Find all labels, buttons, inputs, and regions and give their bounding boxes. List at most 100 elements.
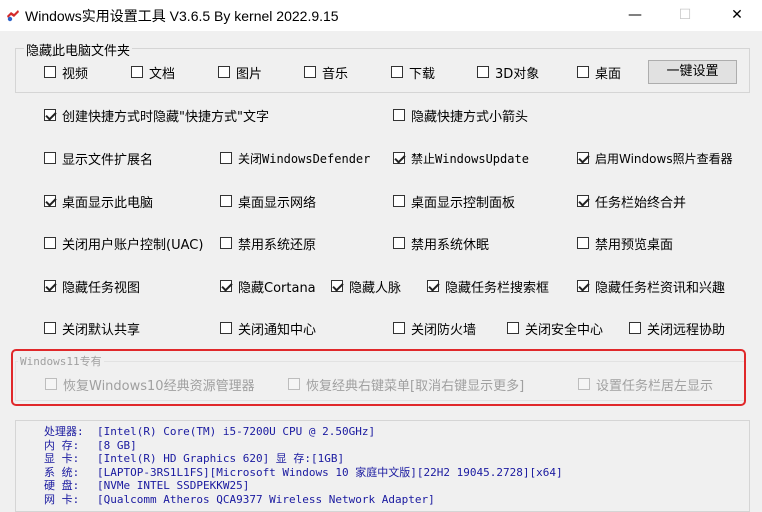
option-checkbox[interactable]: 禁止WindowsUpdate xyxy=(393,149,529,167)
option-checkbox[interactable]: 禁用系统休眠 xyxy=(393,234,490,253)
checkbox-box[interactable] xyxy=(393,109,405,121)
maximize-button[interactable]: ☐ xyxy=(662,0,708,31)
checkbox-box[interactable] xyxy=(629,322,641,334)
minimize-button[interactable]: — xyxy=(612,0,658,31)
checkbox-box[interactable] xyxy=(44,109,56,121)
option-checkbox[interactable]: 隐藏Cortana xyxy=(220,277,316,296)
checkbox-box[interactable] xyxy=(44,322,56,334)
option-checkbox[interactable]: 关闭默认共享 xyxy=(44,319,140,338)
checkbox-box[interactable] xyxy=(220,237,232,249)
info-value: [NVMe INTEL SSDPEKKW25] xyxy=(97,479,250,492)
option-checkbox[interactable]: 隐藏快捷方式小箭头 xyxy=(393,106,529,125)
option-label: 隐藏快捷方式小箭头 xyxy=(411,109,529,125)
option-checkbox[interactable]: 关闭防火墙 xyxy=(393,319,477,338)
option-label: 关闭用户账户控制(UAC) xyxy=(62,237,204,253)
checkbox-label: 音乐 xyxy=(322,66,349,82)
info-value: [LAPTOP-3RS1L1FS][Microsoft Windows 10 家… xyxy=(97,465,563,479)
info-label: 硬 盘: xyxy=(44,479,80,492)
option-checkbox[interactable]: 任务栏始终合并 xyxy=(577,192,686,211)
option-checkbox[interactable]: 关闭远程协助 xyxy=(629,319,725,338)
checkbox-box[interactable] xyxy=(220,195,232,207)
option-label: 桌面显示此电脑 xyxy=(62,195,154,211)
close-button[interactable]: ✕ xyxy=(714,0,760,31)
checkbox-label: 视频 xyxy=(62,66,89,82)
checkbox-box[interactable] xyxy=(577,152,589,164)
checkbox-hide-documents[interactable]: 文档 xyxy=(131,63,176,82)
checkbox-box[interactable] xyxy=(393,152,405,164)
option-label: 关闭安全中心 xyxy=(525,322,604,338)
system-info: 处理器: [Intel(R) Core(TM) i5-7200U CPU @ 2.… xyxy=(44,425,563,506)
checkbox-box[interactable] xyxy=(393,237,405,249)
checkbox-hide-pictures[interactable]: 图片 xyxy=(218,63,262,82)
checkbox-box[interactable] xyxy=(220,152,232,164)
checkbox-box[interactable] xyxy=(427,280,439,292)
checkbox-box[interactable] xyxy=(391,66,403,78)
window-title: Windows实用设置工具 V3.6.5 By kernel 2022.9.15 xyxy=(25,8,339,24)
option-checkbox[interactable]: 启用Windows照片查看器 xyxy=(577,149,733,167)
checkbox-hide-3d-objects[interactable]: 3D对象 xyxy=(477,63,540,82)
option-checkbox[interactable]: 隐藏任务栏资讯和兴趣 xyxy=(577,277,725,296)
option-label: 隐藏人脉 xyxy=(349,280,402,296)
checkbox-label: 文档 xyxy=(149,66,176,82)
option-label: 启用Windows照片查看器 xyxy=(595,151,733,166)
checkbox-box[interactable] xyxy=(304,66,316,78)
checkbox-hide-videos[interactable]: 视频 xyxy=(44,63,89,82)
checkbox-label: 桌面 xyxy=(595,66,622,82)
checkbox-box[interactable] xyxy=(577,280,589,292)
option-checkbox[interactable]: 关闭安全中心 xyxy=(507,319,604,338)
checkbox-box[interactable] xyxy=(218,66,230,78)
checkbox-box[interactable] xyxy=(331,280,343,292)
option-checkbox[interactable]: 桌面显示控制面板 xyxy=(393,192,515,211)
option-label: 关闭防火墙 xyxy=(411,322,477,338)
info-row-network: 网 卡: [Qualcomm Atheros QCA9377 Wireless N… xyxy=(44,493,563,507)
option-checkbox[interactable]: 关闭通知中心 xyxy=(220,319,316,338)
option-checkbox[interactable]: 显示文件扩展名 xyxy=(44,149,154,168)
option-label: 禁用系统休眠 xyxy=(411,237,490,253)
checkbox-label: 下载 xyxy=(409,66,436,82)
option-label: 隐藏Cortana xyxy=(238,280,316,296)
checkbox-box[interactable] xyxy=(577,195,589,207)
one-click-set-button[interactable]: 一键设置 xyxy=(648,60,737,84)
checkbox-box[interactable] xyxy=(44,280,56,292)
info-value: [Intel(R) Core(TM) i5-7200U CPU @ 2.50GH… xyxy=(97,425,376,438)
option-label: 关闭WindowsDefender xyxy=(238,151,371,166)
info-row-memory: 内 存: [8 GB] xyxy=(44,439,563,453)
option-checkbox[interactable]: 桌面显示此电脑 xyxy=(44,192,154,211)
checkbox-hide-desktop[interactable]: 桌面 xyxy=(577,63,622,82)
option-checkbox[interactable]: 桌面显示网络 xyxy=(220,192,316,211)
info-label: 处理器: xyxy=(44,425,84,438)
option-checkbox[interactable]: 隐藏任务栏搜索框 xyxy=(427,277,549,296)
option-checkbox[interactable]: 关闭用户账户控制(UAC) xyxy=(44,234,204,253)
info-row-system: 系 统: [LAPTOP-3RS1L1FS][Microsoft Windows … xyxy=(44,466,563,480)
info-value: [Qualcomm Atheros QCA9377 Wireless Netwo… xyxy=(97,492,435,506)
checkbox-box[interactable] xyxy=(131,66,143,78)
checkbox-box[interactable] xyxy=(44,237,56,249)
checkbox-hide-downloads[interactable]: 下载 xyxy=(391,63,436,82)
checkbox-box[interactable] xyxy=(220,322,232,334)
option-checkbox[interactable]: 隐藏任务视图 xyxy=(44,277,140,296)
option-checkbox[interactable]: 禁用预览桌面 xyxy=(577,234,674,253)
option-checkbox[interactable]: 创建快捷方式时隐藏"快捷方式"文字 xyxy=(44,106,269,125)
option-label: 创建快捷方式时隐藏"快捷方式"文字 xyxy=(62,109,269,125)
checkbox-hide-music[interactable]: 音乐 xyxy=(304,63,349,82)
checkbox-box[interactable] xyxy=(577,66,589,78)
info-value: [Intel(R) HD Graphics 620] 显 存:[1GB] xyxy=(97,452,345,465)
option-checkbox[interactable]: 关闭WindowsDefender xyxy=(220,149,370,167)
checkbox-box[interactable] xyxy=(393,322,405,334)
title-bar: Windows实用设置工具 V3.6.5 By kernel 2022.9.15… xyxy=(0,0,762,31)
checkbox-box[interactable] xyxy=(393,195,405,207)
checkbox-box[interactable] xyxy=(577,237,589,249)
checkbox-box[interactable] xyxy=(477,66,489,78)
checkbox-box[interactable] xyxy=(507,322,519,334)
checkbox-box[interactable] xyxy=(44,66,56,78)
checkbox-label: 3D对象 xyxy=(495,66,540,82)
checkbox-box[interactable] xyxy=(44,195,56,207)
option-label: 禁用预览桌面 xyxy=(595,237,674,253)
checkbox-box[interactable] xyxy=(220,280,232,292)
option-checkbox[interactable]: 隐藏人脉 xyxy=(331,277,402,296)
option-label: 显示文件扩展名 xyxy=(62,152,154,168)
info-row-cpu: 处理器: [Intel(R) Core(TM) i5-7200U CPU @ 2.… xyxy=(44,425,563,439)
checkbox-box[interactable] xyxy=(44,152,56,164)
option-checkbox[interactable]: 禁用系统还原 xyxy=(220,234,316,253)
app-logo-icon xyxy=(7,10,19,22)
